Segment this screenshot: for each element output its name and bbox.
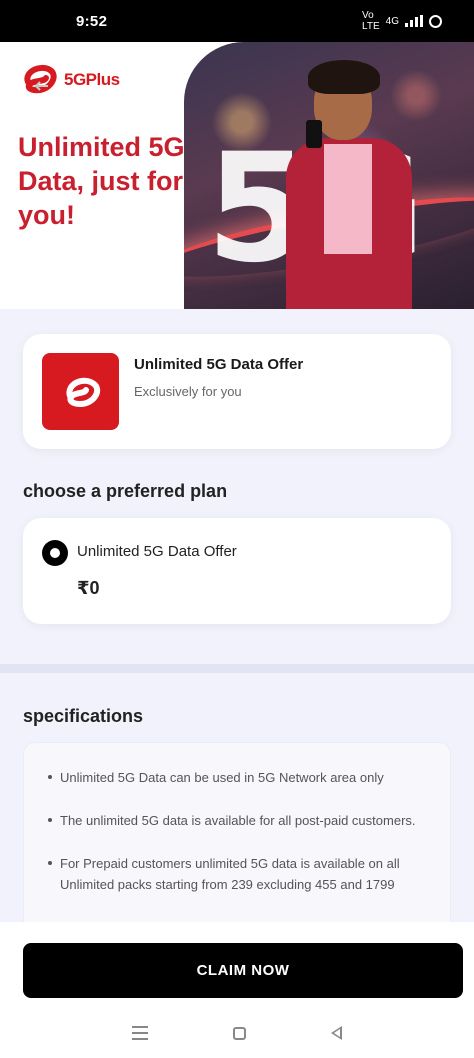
- banner-image: 5G: [184, 42, 474, 309]
- promo-banner: 5G 5GPlus Unlimited 5G Data, just for yo…: [0, 42, 474, 309]
- spec-item: The unlimited 5G data is available for a…: [48, 810, 430, 831]
- plan-name: Unlimited 5G Data Offer: [77, 543, 237, 560]
- plan-option[interactable]: Unlimited 5G Data Offer ₹0: [23, 518, 451, 624]
- banner-headline: Unlimited 5G Data, just for you!: [18, 132, 185, 230]
- battery-icon: [429, 14, 442, 28]
- spec-item: For Prepaid customers unlimited 5G data …: [48, 853, 430, 895]
- network-type-label: 4G: [385, 15, 399, 27]
- offer-card: Unlimited 5G Data Offer Exclusively for …: [23, 334, 451, 449]
- section-divider: [0, 664, 474, 673]
- status-icons: Vo LTE 4G: [362, 10, 442, 32]
- plan-section-heading: choose a preferred plan: [23, 481, 228, 501]
- specifications-heading: specifications: [23, 706, 144, 726]
- spec-item: Unlimited 5G Data can be used in 5G Netw…: [48, 767, 430, 788]
- specifications-card: Unlimited 5G Data can be used in 5G Netw…: [23, 742, 451, 942]
- plan-radio-button[interactable]: [42, 540, 68, 566]
- person-image: [274, 60, 424, 309]
- airtel-logo-icon: [42, 353, 119, 430]
- back-icon[interactable]: [330, 1026, 342, 1040]
- brand-name: 5GPlus: [64, 70, 120, 89]
- signal-icon: [405, 15, 423, 27]
- phone-image: [306, 120, 322, 148]
- brand-logo: 5GPlus: [18, 60, 120, 100]
- airtel-logo-icon: [18, 60, 62, 100]
- offer-title: Unlimited 5G Data Offer: [134, 356, 304, 373]
- home-icon[interactable]: [232, 1026, 246, 1040]
- offer-subtitle: Exclusively for you: [134, 384, 242, 399]
- menu-icon[interactable]: [132, 1026, 149, 1040]
- status-bar: 9:52 Vo LTE 4G: [0, 0, 474, 42]
- claim-now-button[interactable]: CLAIM NOW: [23, 943, 463, 998]
- volte-icon: Vo LTE: [362, 10, 380, 32]
- specifications-list: Unlimited 5G Data can be used in 5G Netw…: [48, 767, 430, 895]
- system-nav-bar: [0, 1008, 474, 1058]
- plan-price: ₹0: [77, 578, 100, 598]
- status-time: 9:52: [76, 12, 108, 30]
